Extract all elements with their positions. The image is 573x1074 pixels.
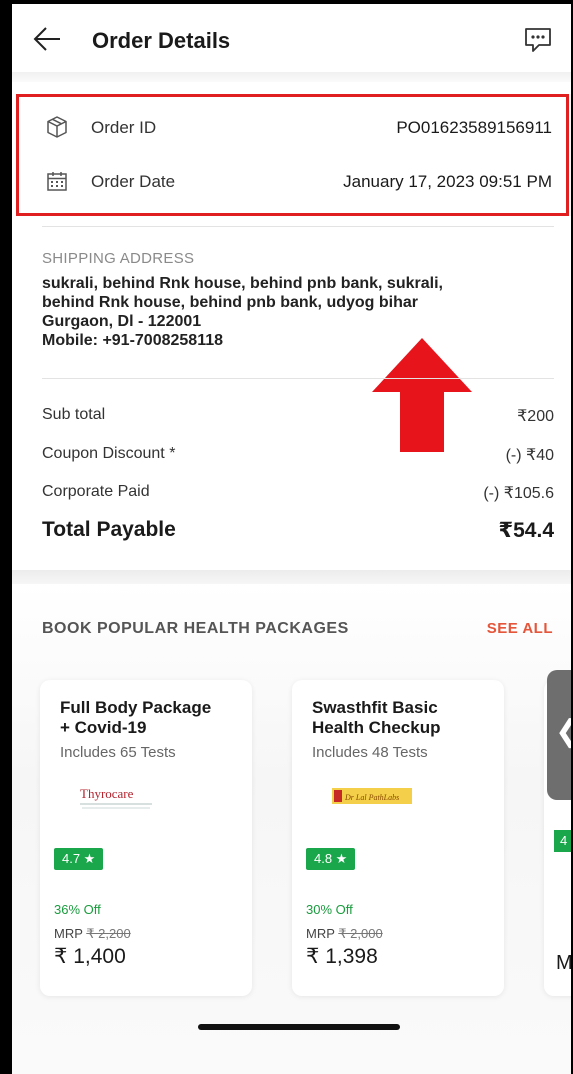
package-title-line: + Covid-19 <box>60 718 147 737</box>
address-line: sukrali, behind Rnk house, behind pnb ba… <box>42 275 443 292</box>
logo-text: Thyrocare <box>80 786 134 801</box>
package-title: Full Body Package + Covid-19 <box>60 698 240 738</box>
package-price: ₹ 1,398 <box>306 945 378 968</box>
package-title-line: Full Body Package <box>60 698 212 717</box>
order-info-box: Order ID PO01623589156911 Order Date Jan… <box>16 94 569 216</box>
total-payable-label: Total Payable <box>42 518 176 541</box>
subtotal-row: Sub total ₹200 <box>42 406 554 432</box>
package-price: ₹ 1,400 <box>54 945 126 968</box>
page-title: Order Details <box>92 28 231 53</box>
see-all-link[interactable]: SEE ALL <box>487 620 553 637</box>
mrp-value: ₹ 2,000 <box>338 926 383 941</box>
total-payable-value: ₹54.4 <box>498 519 554 542</box>
coupon-discount-label: Coupon Discount * <box>42 445 176 462</box>
package-test-count: Includes 48 Tests <box>312 744 428 761</box>
package-title-line: Swasthfit Basic <box>312 698 438 717</box>
rating-badge: 4.7 ★ <box>54 848 104 870</box>
calendar-icon <box>47 172 67 191</box>
red-up-arrow-annotation <box>372 338 472 452</box>
package-title-line: Health Checkup <box>312 718 441 737</box>
mrp-label: MRP ₹ 2,000 <box>306 926 383 942</box>
order-id-row: Order ID PO01623589156911 <box>19 107 566 147</box>
corporate-paid-value: (-) ₹105.6 <box>483 485 554 502</box>
frame-border-left <box>0 0 12 1074</box>
package-price-fragment: M <box>556 952 571 974</box>
packages-heading: BOOK POPULAR HEALTH PACKAGES <box>42 620 349 637</box>
divider <box>42 226 554 227</box>
mrp-value: ₹ 2,200 <box>86 926 131 941</box>
address-line: behind Rnk house, behind pnb bank, udyog… <box>42 294 418 311</box>
order-date-label: Order Date <box>91 172 176 191</box>
order-details-screen: Order Details Order ID PO01623589156911 <box>12 4 571 1074</box>
discount-label: 30% Off <box>306 902 353 917</box>
package-card[interactable]: Full Body Package + Covid-19 Includes 65… <box>40 680 252 996</box>
coupon-discount-value: (-) ₹40 <box>505 447 554 464</box>
rating-badge: 4 <box>554 830 571 852</box>
header-separator <box>12 72 571 82</box>
shipping-address-heading: SHIPPING ADDRESS <box>42 250 195 267</box>
corporate-paid-row: Corporate Paid (-) ₹105.6 <box>42 483 554 509</box>
discount-label: 36% Off <box>54 902 101 917</box>
order-id-label: Order ID <box>91 118 157 137</box>
carousel-prev-button[interactable]: ❮ <box>547 670 571 800</box>
total-payable-row: Total Payable ₹54.4 <box>42 518 554 544</box>
order-date-row: Order Date January 17, 2023 09:51 PM <box>19 161 566 201</box>
mrp-label: MRP ₹ 2,200 <box>54 926 131 942</box>
package-title: Swasthfit Basic Health Checkup <box>312 698 492 738</box>
subtotal-value: ₹200 <box>517 408 554 425</box>
package-test-count: Includes 65 Tests <box>60 744 176 761</box>
thyrocare-logo: Thyrocare <box>80 786 152 809</box>
subtotal-label: Sub total <box>42 406 106 423</box>
home-indicator[interactable] <box>198 1024 400 1030</box>
package-card[interactable]: Swasthfit Basic Health Checkup Includes … <box>292 680 504 996</box>
order-date-value: January 17, 2023 09:51 PM <box>343 172 552 191</box>
order-id-value: PO01623589156911 <box>396 118 552 137</box>
chevron-left-icon: ❮ <box>555 714 571 749</box>
section-separator <box>12 570 571 584</box>
app-header: Order Details <box>12 4 571 72</box>
rating-badge: 4.8 ★ <box>306 848 356 870</box>
divider <box>42 378 554 379</box>
mrp-prefix: MRP <box>54 926 83 941</box>
mrp-prefix: MRP <box>306 926 335 941</box>
chat-bubble-icon[interactable] <box>523 26 553 54</box>
arrow-left-icon[interactable] <box>30 22 64 56</box>
package-box-icon <box>47 116 67 138</box>
coupon-discount-row: Coupon Discount * (-) ₹40 <box>42 445 554 471</box>
dr-lal-pathlabs-logo: Dr Lal PathLabs <box>332 788 412 804</box>
corporate-paid-label: Corporate Paid <box>42 483 150 500</box>
address-line: Gurgaon, Dl - 122001 <box>42 313 202 330</box>
logo-text: Dr Lal PathLabs <box>344 793 399 802</box>
